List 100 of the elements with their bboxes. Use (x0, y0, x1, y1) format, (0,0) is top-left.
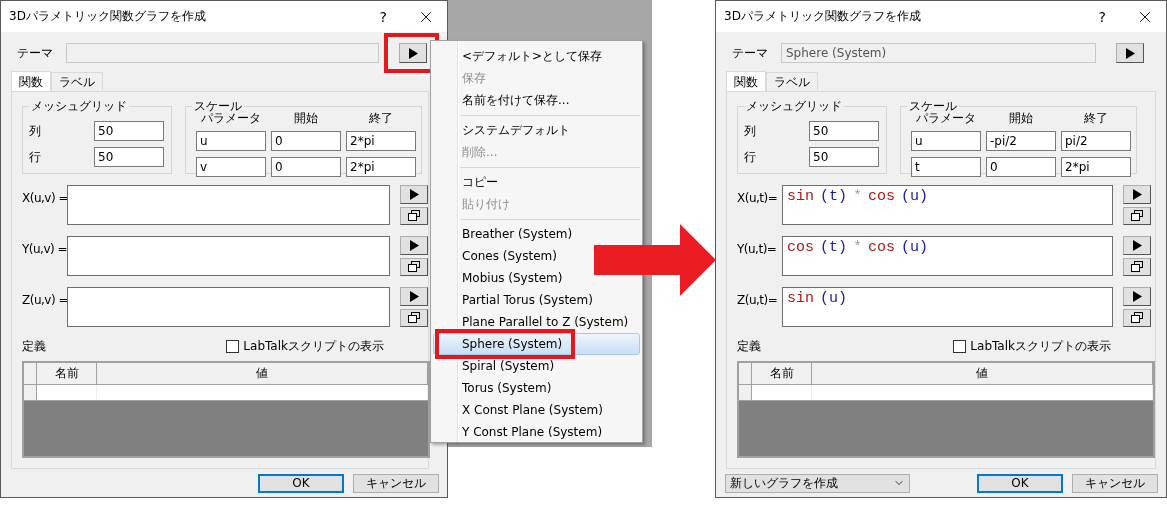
input-field[interactable]: v (196, 157, 266, 177)
insert-button[interactable] (400, 185, 428, 204)
input-field[interactable]: 50 (94, 121, 164, 141)
play-icon (408, 47, 418, 59)
input-field[interactable]: 2*pi (346, 157, 416, 177)
expand-button[interactable] (1123, 206, 1151, 225)
formula-field[interactable]: sin (u) (782, 287, 1113, 327)
column-header: 終了 (368, 111, 394, 125)
menu-item[interactable]: X Const Plane (System) (433, 399, 640, 421)
insert-button[interactable] (1123, 287, 1151, 306)
checkbox[interactable] (226, 340, 240, 353)
dialog-button[interactable]: キャンセル (353, 473, 439, 493)
input-field[interactable]: 50 (809, 147, 879, 167)
theme-field[interactable] (66, 43, 379, 63)
menu-item[interactable]: Torus (System) (433, 377, 640, 399)
menu-item[interactable]: Partial Torus (System) (433, 289, 640, 311)
input-field[interactable]: 2*pi (1061, 157, 1131, 177)
play-icon (1125, 47, 1135, 59)
field-label: 列 (28, 122, 42, 140)
menu-item[interactable]: Sphere (System) (433, 333, 640, 355)
table-row[interactable] (739, 385, 1153, 401)
function-label: Y(u,t)= (737, 241, 778, 258)
play-icon (409, 239, 419, 251)
field-label: 列 (743, 122, 757, 140)
column-header: 値 (812, 363, 1153, 384)
insert-button[interactable] (1123, 236, 1151, 255)
input-field[interactable]: 50 (809, 121, 879, 141)
menu-item[interactable]: Spiral (System) (433, 355, 640, 377)
definitions-label: 定義 (737, 338, 761, 355)
menu-item[interactable]: Mobius (System) (433, 267, 640, 289)
menu-item[interactable]: Plane Parallel to Z (System) (433, 311, 640, 333)
tab[interactable]: 関数 (11, 71, 51, 92)
formula-field[interactable]: cos (t) * cos (u) (782, 236, 1113, 276)
column-header: 名前 (37, 363, 97, 384)
column-header: 終了 (1083, 111, 1109, 125)
windows-icon (408, 261, 420, 273)
windows-icon (1131, 312, 1143, 324)
menu-item[interactable]: Breather (System) (433, 223, 640, 245)
tab[interactable]: 関数 (726, 71, 766, 92)
theme-menu-button[interactable] (1116, 43, 1144, 63)
column-header: 開始 (293, 111, 319, 125)
menu-item[interactable]: <デフォルト>として保存 (433, 45, 640, 67)
input-field[interactable]: 0 (271, 131, 341, 151)
input-field[interactable]: t (911, 157, 981, 177)
help-button[interactable]: ? (379, 8, 387, 25)
group-title: メッシュグリッド (745, 98, 843, 115)
input-field[interactable]: pi/2 (1061, 131, 1131, 151)
expand-button[interactable] (1123, 257, 1151, 276)
windows-icon (408, 312, 420, 324)
formula-field[interactable] (67, 236, 390, 276)
checkbox-label: LabTalkスクリプトの表示 (970, 338, 1111, 355)
tab[interactable]: ラベル (51, 72, 103, 91)
column-header: パラメータ (200, 111, 262, 125)
insert-button[interactable] (400, 287, 428, 306)
insert-button[interactable] (400, 236, 428, 255)
play-icon (1132, 239, 1142, 251)
input-field[interactable]: 2*pi (346, 131, 416, 151)
theme-menu-button[interactable] (399, 43, 427, 63)
expand-button[interactable] (400, 308, 428, 327)
expand-button[interactable] (1123, 308, 1151, 327)
tab[interactable]: ラベル (766, 72, 818, 91)
function-label: Z(u,v) = (22, 292, 67, 309)
field-label: 行 (743, 148, 757, 166)
windows-icon (408, 210, 420, 222)
dialog-button[interactable]: キャンセル (1072, 473, 1158, 493)
checkbox[interactable] (953, 340, 967, 353)
table-row[interactable] (24, 385, 428, 401)
insert-button[interactable] (1123, 185, 1151, 204)
input-field[interactable]: -pi/2 (986, 131, 1056, 151)
expand-button[interactable] (400, 257, 428, 276)
dialog-button[interactable]: OK (977, 473, 1063, 493)
formula-field[interactable] (67, 287, 390, 327)
input-field[interactable]: u (911, 131, 981, 151)
input-field[interactable]: 50 (94, 147, 164, 167)
menu-item[interactable]: Y Const Plane (System) (433, 421, 640, 443)
theme-label: テーマ (17, 44, 54, 62)
menu-item[interactable]: システムデフォルト (433, 119, 640, 141)
menu-item[interactable]: コピー (433, 171, 640, 193)
arrow-icon (594, 224, 716, 296)
group-title: スケール (193, 98, 243, 113)
theme-field[interactable]: Sphere (System) (781, 43, 1096, 63)
input-field[interactable]: 0 (986, 157, 1056, 177)
column-header: パラメータ (915, 111, 977, 125)
window-title: 3Dパラメトリック関数グラフを作成 (724, 8, 922, 25)
window-title: 3Dパラメトリック関数グラフを作成 (9, 8, 207, 25)
formula-field[interactable] (67, 185, 390, 225)
function-label: Y(u,v) = (22, 241, 67, 258)
formula-field[interactable]: sin (t) * cos (u) (782, 185, 1113, 225)
checkbox-label: LabTalkスクリプトの表示 (243, 338, 384, 355)
graph-select[interactable]: 新しいグラフを作成 (725, 473, 910, 493)
menu-item[interactable]: 名前を付けて保存... (433, 89, 640, 111)
help-button[interactable]: ? (1098, 8, 1106, 25)
column-header: 開始 (1008, 111, 1034, 125)
field-label: 行 (28, 148, 42, 166)
input-field[interactable]: u (196, 131, 266, 151)
play-icon (1132, 188, 1142, 200)
input-field[interactable]: 0 (271, 157, 341, 177)
expand-button[interactable] (400, 206, 428, 225)
dialog-button[interactable]: OK (258, 473, 344, 493)
function-label: X(u,t)= (737, 190, 779, 207)
